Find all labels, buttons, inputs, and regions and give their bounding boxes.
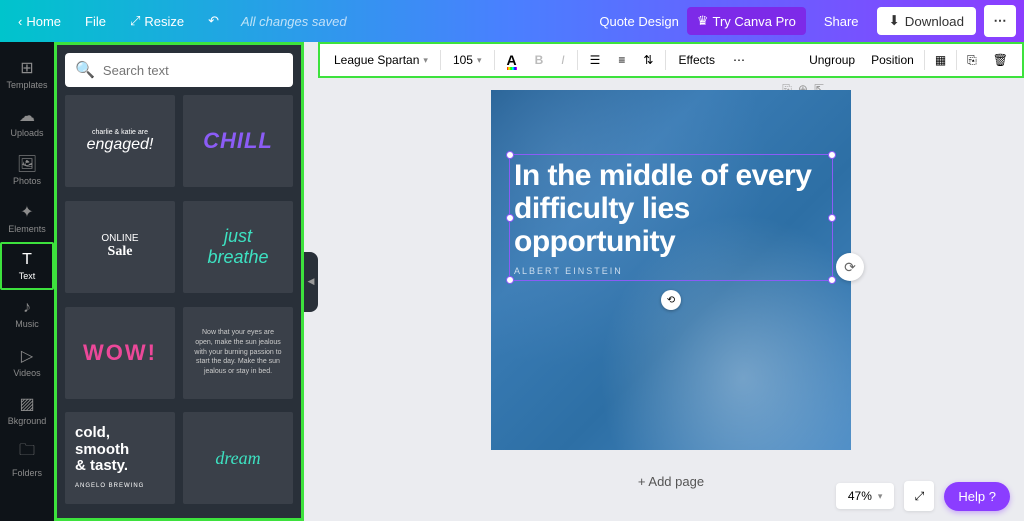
font-size-select[interactable]: 105▾ bbox=[445, 49, 490, 71]
music-icon: ♪ bbox=[23, 299, 31, 317]
download-icon: ⬇ bbox=[889, 13, 900, 29]
align-left-icon: ☰ bbox=[590, 53, 601, 67]
rotate-handle[interactable]: ⟲ bbox=[661, 290, 681, 310]
nav-photos[interactable]: 🖼Photos bbox=[0, 146, 54, 194]
nav-sidebar: ⊞Templates ☁Uploads 🖼Photos ✦Elements TT… bbox=[0, 42, 54, 521]
try-pro-button[interactable]: ♛Try Canva Pro bbox=[687, 7, 806, 35]
font-select[interactable]: League Spartan▾ bbox=[326, 49, 436, 71]
text-template[interactable]: Now that your eyes are open, make the su… bbox=[183, 307, 293, 399]
chevron-down-icon: ▾ bbox=[878, 491, 883, 502]
templates-icon: ⊞ bbox=[20, 58, 33, 78]
zoom-control[interactable]: 47%▾ bbox=[836, 483, 895, 509]
text-selection[interactable]: In the middle of every difficulty lies o… bbox=[509, 154, 833, 281]
copy-style-button[interactable]: ⎘ bbox=[959, 49, 985, 72]
undo-button[interactable]: ↶ bbox=[198, 7, 229, 35]
nav-templates[interactable]: ⊞Templates bbox=[0, 50, 54, 98]
more-options-button[interactable]: ⋯ bbox=[725, 49, 753, 71]
search-icon: 🔍 bbox=[75, 60, 95, 80]
trash-icon: 🗑 bbox=[993, 53, 1008, 67]
text-template[interactable]: CHILL bbox=[183, 95, 293, 187]
spacing-button[interactable]: ⇅ bbox=[635, 49, 661, 71]
add-page-button[interactable]: + Add page bbox=[638, 474, 704, 489]
save-status: All changes saved bbox=[241, 14, 347, 29]
text-template[interactable]: justbreathe bbox=[183, 201, 293, 293]
ungroup-button[interactable]: Ungroup bbox=[801, 49, 863, 71]
resize-handle[interactable] bbox=[828, 151, 836, 159]
text-toolbar: League Spartan▾ 105▾ A B I ☰ ≡ ⇅ Effects… bbox=[318, 42, 1024, 78]
text-template[interactable]: cold,smooth& tasty.ANGELO BREWING bbox=[65, 412, 175, 504]
refresh-icon: ⟳ bbox=[844, 259, 856, 276]
transparency-button[interactable]: ▦ bbox=[927, 49, 954, 71]
top-bar: ‹Home File ⤢Resize ↶ All changes saved Q… bbox=[0, 0, 1024, 42]
share-button[interactable]: Share bbox=[814, 8, 869, 35]
back-button[interactable]: ‹Home bbox=[8, 8, 71, 35]
copy-icon: ⎘ bbox=[967, 53, 977, 68]
text-template[interactable]: ONLINESale bbox=[65, 201, 175, 293]
delete-button[interactable]: 🗑 bbox=[985, 49, 1016, 71]
help-button[interactable]: Help ? bbox=[944, 482, 1010, 511]
nav-elements[interactable]: ✦Elements bbox=[0, 194, 54, 242]
resize-handle[interactable] bbox=[828, 214, 836, 222]
transparency-icon: ▦ bbox=[935, 53, 946, 67]
more-button[interactable]: ⋯ bbox=[984, 5, 1016, 37]
resize-handle[interactable] bbox=[506, 214, 514, 222]
crown-icon: ♛ bbox=[697, 13, 709, 29]
nav-background[interactable]: ▨Bkground bbox=[0, 386, 54, 434]
author-text[interactable]: ALBERT EINSTEIN bbox=[514, 266, 828, 276]
uploads-icon: ☁ bbox=[19, 106, 35, 126]
nav-videos[interactable]: ▷Videos bbox=[0, 338, 54, 386]
expand-icon: ⤢ bbox=[915, 489, 925, 504]
text-color-icon: A bbox=[507, 52, 517, 68]
spacing-icon: ⇅ bbox=[643, 53, 653, 67]
resize-button[interactable]: ⤢Resize bbox=[120, 7, 194, 35]
resize-handle[interactable] bbox=[506, 276, 514, 284]
nav-uploads[interactable]: ☁Uploads bbox=[0, 98, 54, 146]
download-button[interactable]: ⬇Download bbox=[877, 7, 976, 35]
search-input[interactable] bbox=[103, 63, 283, 78]
position-button[interactable]: Position bbox=[863, 49, 922, 71]
text-template[interactable]: WOW! bbox=[65, 307, 175, 399]
nav-text[interactable]: TText bbox=[0, 242, 54, 290]
list-icon: ≡ bbox=[618, 53, 625, 67]
align-button[interactable]: ☰ bbox=[582, 49, 609, 71]
chevron-down-icon: ▾ bbox=[423, 55, 428, 66]
italic-button[interactable]: I bbox=[553, 49, 572, 71]
resize-icon: ⤢ bbox=[130, 13, 140, 29]
text-template[interactable]: dream bbox=[183, 412, 293, 504]
background-icon: ▨ bbox=[19, 394, 34, 414]
bold-button[interactable]: B bbox=[527, 49, 552, 71]
photos-icon: 🖼 bbox=[17, 154, 37, 174]
elements-icon: ✦ bbox=[20, 202, 33, 222]
text-panel: 🔍 charlie & katie areengaged! CHILL ONLI… bbox=[54, 42, 304, 521]
resize-handle[interactable] bbox=[506, 151, 514, 159]
undo-icon: ↶ bbox=[208, 13, 219, 29]
chevron-down-icon: ▾ bbox=[477, 55, 482, 66]
text-template[interactable]: charlie & katie areengaged! bbox=[65, 95, 175, 187]
fullscreen-button[interactable]: ⤢ bbox=[904, 481, 934, 511]
search-box[interactable]: 🔍 bbox=[65, 53, 293, 87]
nav-music[interactable]: ♪Music bbox=[0, 290, 54, 338]
design-canvas[interactable]: In the middle of every difficulty lies o… bbox=[491, 90, 851, 450]
nav-folders[interactable]: 🗀Folders bbox=[0, 434, 54, 482]
resize-handle[interactable] bbox=[828, 276, 836, 284]
collapse-panel-button[interactable]: ◀ bbox=[304, 252, 318, 312]
text-icon: T bbox=[22, 251, 32, 269]
document-title[interactable]: Quote Design bbox=[599, 14, 679, 29]
text-color-button[interactable]: A bbox=[499, 48, 525, 72]
folders-icon: 🗀 bbox=[19, 439, 35, 466]
videos-icon: ▷ bbox=[21, 346, 33, 366]
refresh-button[interactable]: ⟳ bbox=[836, 253, 864, 281]
file-menu[interactable]: File bbox=[75, 8, 116, 35]
quote-text[interactable]: In the middle of every difficulty lies o… bbox=[514, 159, 828, 258]
list-button[interactable]: ≡ bbox=[610, 49, 633, 71]
effects-button[interactable]: Effects bbox=[670, 49, 722, 71]
chevron-left-icon: ‹ bbox=[18, 14, 22, 29]
